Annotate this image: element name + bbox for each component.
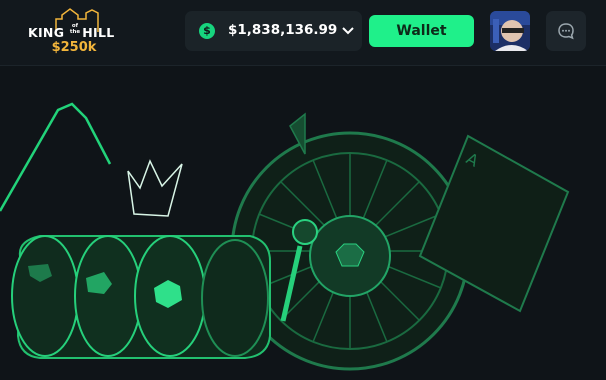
prize-amount: $250k [51,40,97,55]
chevron-down-icon[interactable] [342,26,354,36]
user-avatar-image [490,11,530,51]
chat-button[interactable] [546,11,586,51]
king-of-the-hill-logo[interactable]: KING HILL of the $250k [26,8,122,60]
casino-illustration: A [0,102,570,376]
balance-selector[interactable]: $ $1,838,136.99 [185,11,362,51]
hero-banner: A [0,66,606,376]
avatar[interactable] [490,11,530,51]
dollar-icon: $ [199,23,215,39]
wallet-button[interactable]: Wallet [369,15,474,47]
balance-amount: $1,838,136.99 [228,22,338,38]
logo-of-the: of the [69,23,81,35]
top-bar: KING HILL of the $250k $ $1,838,136.99 Wa… [0,0,606,66]
chat-icon [558,23,574,40]
